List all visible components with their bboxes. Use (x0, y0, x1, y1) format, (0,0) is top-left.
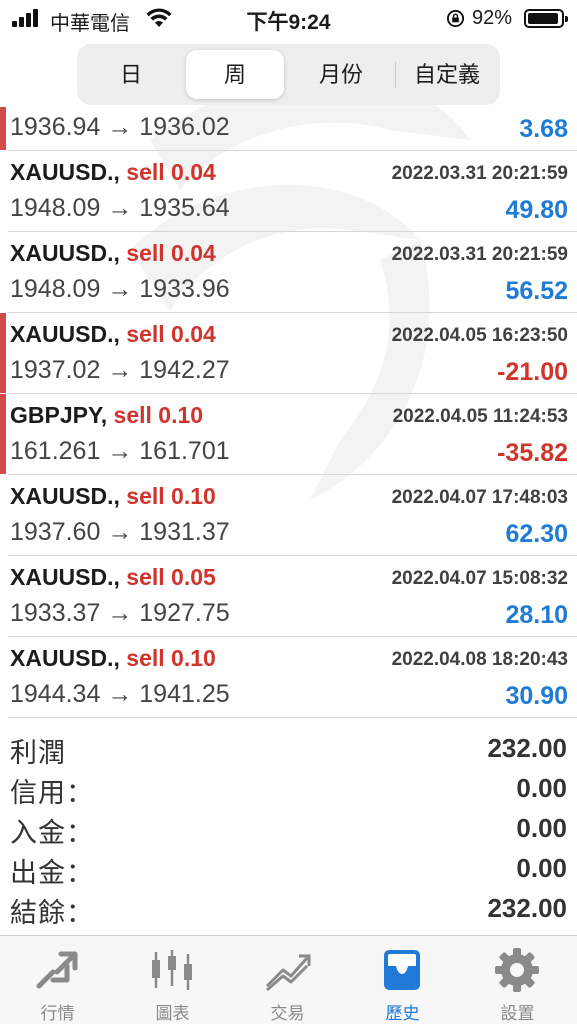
summary-label: 出金： (10, 858, 94, 888)
tab-chart[interactable]: 圖表 (115, 936, 230, 1024)
trade-profit: 3.68 (519, 115, 568, 143)
summary-value: 232.00 (487, 893, 567, 923)
trade-title: GBPJPY, sell 0.10 (10, 402, 203, 429)
trade-profit: 30.90 (505, 682, 568, 710)
trade-row[interactable]: GBPJPY, sell 0.10 2022.04.05 11:24:53 16… (0, 394, 577, 475)
period-segmented-control: 日 周 月份 自定義 (77, 44, 500, 105)
trade-icon (265, 954, 311, 992)
summary-label: 信用： (10, 778, 94, 808)
summary-deposit-row: 入金： 0.00 (8, 809, 569, 849)
trade-profit: 49.80 (505, 196, 568, 224)
trade-symbol: XAUUSD., (10, 564, 120, 590)
trade-row[interactable]: XAUUSD., sell 0.04 2022.03.31 20:21:59 1… (8, 232, 577, 313)
summary-withdrawal-row: 出金： 0.00 (8, 849, 569, 889)
trade-prices: 1937.60 → 1931.37 (10, 518, 230, 546)
chart-icon (152, 950, 192, 990)
trade-profit: 56.52 (505, 277, 568, 305)
bottom-tab-bar: 行情 圖表 交易 歷史 設置 (0, 935, 577, 1024)
tab-label: 交易 (270, 1004, 305, 1023)
trade-side: sell 0.10 (126, 483, 216, 509)
tab-history[interactable]: 歷史 (345, 936, 460, 1024)
tab-quotes[interactable]: 行情 (0, 936, 115, 1024)
trade-profit: -35.82 (497, 439, 568, 467)
trade-side: sell 0.04 (126, 240, 216, 266)
settings-icon (495, 948, 539, 992)
trade-side: sell 0.10 (126, 645, 216, 671)
trade-symbol: XAUUSD., (10, 321, 120, 347)
tab-label: 行情 (40, 1004, 75, 1023)
trade-prices: 1948.09 → 1933.96 (10, 275, 230, 303)
loss-flag (0, 394, 6, 474)
tab-day[interactable]: 日 (83, 50, 179, 99)
trade-prices: 1944.34 → 1941.25 (10, 680, 230, 708)
trade-row[interactable]: XAUUSD., sell 0.10 2022.04.07 17:48:03 1… (8, 475, 577, 556)
trade-time: 2022.04.07 17:48:03 (391, 487, 568, 508)
account-summary: 利潤 232.00 信用： 0.00 入金： 0.00 出金： 0.00 結餘：… (8, 729, 569, 929)
trade-symbol: XAUUSD., (10, 240, 120, 266)
trade-time: 2022.04.08 18:20:43 (391, 649, 568, 670)
summary-label: 利潤 (10, 738, 66, 768)
loss-flag (0, 313, 6, 393)
battery-icon (524, 9, 568, 28)
summary-label: 入金： (10, 818, 94, 848)
trade-symbol: XAUUSD., (10, 159, 120, 185)
trade-prices: 1948.09 → 1935.64 (10, 194, 230, 222)
tab-trade[interactable]: 交易 (230, 936, 345, 1024)
rotation-lock-icon (446, 9, 465, 28)
segment-divider (395, 62, 396, 88)
trade-time: 2022.04.05 16:23:50 (391, 325, 568, 346)
trade-profit: 28.10 (505, 601, 568, 629)
trade-title: XAUUSD., sell 0.10 (10, 483, 216, 510)
trade-side: sell 0.04 (126, 321, 216, 347)
trade-title: XAUUSD., sell 0.04 (10, 240, 216, 267)
trade-profit: -21.00 (497, 358, 568, 386)
trade-symbol: GBPJPY, (10, 402, 108, 428)
tab-settings[interactable]: 設置 (460, 936, 575, 1024)
trade-time: 2022.03.31 20:21:59 (391, 163, 568, 184)
trade-row[interactable]: 1936.94 → 1936.02 3.68 (0, 107, 577, 151)
summary-label: 結餘： (10, 898, 94, 928)
history-icon (384, 950, 420, 990)
tab-custom[interactable]: 自定義 (397, 50, 497, 99)
trade-prices: 161.261 → 161.701 (10, 437, 230, 465)
trade-row[interactable]: XAUUSD., sell 0.04 2022.04.05 16:23:50 1… (0, 313, 577, 394)
status-bar: 中華電信 下午9:24 92% (0, 0, 577, 40)
trade-side: sell 0.05 (126, 564, 216, 590)
quotes-icon (36, 951, 78, 989)
trade-symbol: XAUUSD., (10, 645, 120, 671)
trade-side: sell 0.04 (126, 159, 216, 185)
summary-value: 0.00 (516, 853, 567, 883)
trade-symbol: XAUUSD., (10, 483, 120, 509)
tab-label: 歷史 (385, 1004, 420, 1023)
trade-prices: 1936.94 → 1936.02 (10, 113, 230, 141)
summary-value: 0.00 (516, 773, 567, 803)
trade-row[interactable]: XAUUSD., sell 0.04 2022.03.31 20:21:59 1… (8, 151, 577, 232)
trade-time: 2022.04.05 11:24:53 (392, 406, 568, 427)
tab-week[interactable]: 周 (186, 50, 284, 99)
trade-title: XAUUSD., sell 0.04 (10, 159, 216, 186)
trade-history-list: 1936.94 → 1936.02 3.68 XAUUSD., sell 0.0… (0, 107, 577, 718)
trade-prices: 1933.37 → 1927.75 (10, 599, 230, 627)
tab-label: 圖表 (155, 1004, 190, 1023)
trade-prices: 1937.02 → 1942.27 (10, 356, 230, 384)
summary-credit-row: 信用： 0.00 (8, 769, 569, 809)
summary-value: 232.00 (487, 733, 567, 763)
tab-month[interactable]: 月份 (291, 50, 391, 99)
trade-title: XAUUSD., sell 0.04 (10, 321, 216, 348)
summary-balance-row: 結餘： 232.00 (8, 889, 569, 929)
trade-profit: 62.30 (505, 520, 568, 548)
trade-title: XAUUSD., sell 0.10 (10, 645, 216, 672)
trade-row[interactable]: XAUUSD., sell 0.05 2022.04.07 15:08:32 1… (8, 556, 577, 637)
trade-title: XAUUSD., sell 0.05 (10, 564, 216, 591)
battery-percentage: 92% (472, 7, 513, 29)
tab-label: 設置 (500, 1004, 535, 1023)
trade-time: 2022.04.07 15:08:32 (391, 568, 568, 589)
trade-side: sell 0.10 (113, 402, 204, 428)
summary-value: 0.00 (516, 813, 567, 843)
trade-time: 2022.03.31 20:21:59 (391, 244, 568, 265)
trade-row[interactable]: XAUUSD., sell 0.10 2022.04.08 18:20:43 1… (8, 637, 577, 718)
summary-profit-row: 利潤 232.00 (8, 729, 569, 769)
loss-flag (0, 107, 6, 150)
